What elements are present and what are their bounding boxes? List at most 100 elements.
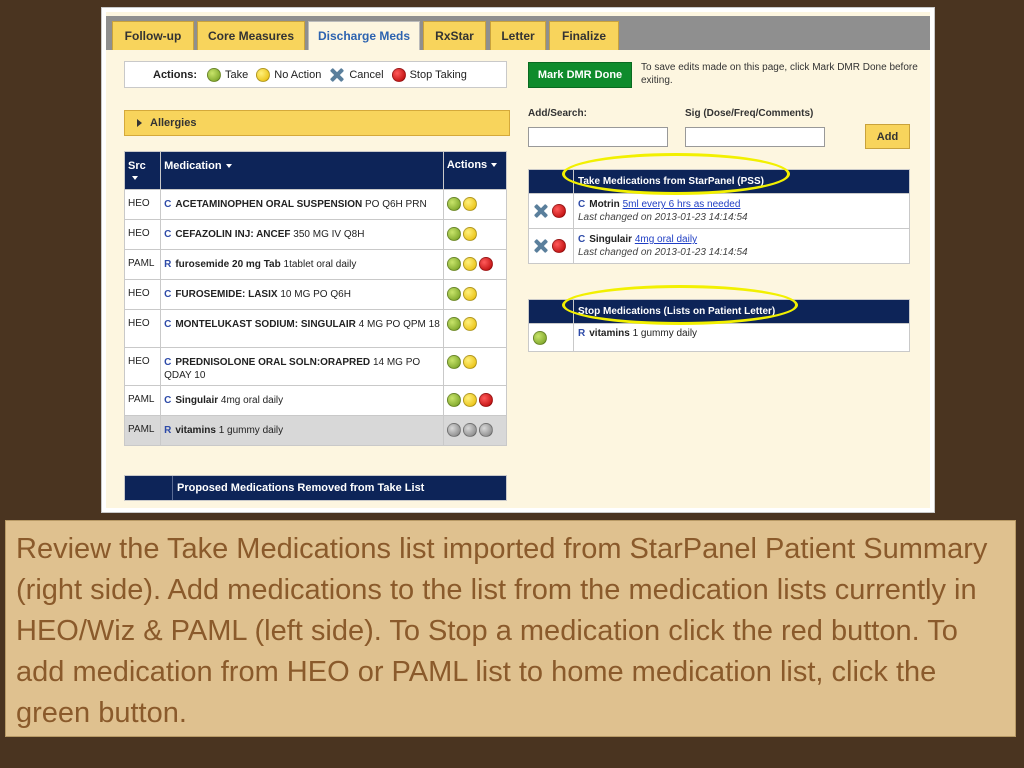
tab-rxstar[interactable]: RxStar xyxy=(423,21,486,50)
stop-medications-table: Stop Medications (Lists on Patient Lette… xyxy=(528,299,910,352)
legend-stop-label: Stop Taking xyxy=(409,68,467,81)
no-action-button-icon[interactable] xyxy=(462,197,477,211)
legend-take-label: Take xyxy=(225,68,249,81)
take-medications-title: Take Medications from StarPanel (PSS) xyxy=(573,169,910,194)
no-action-button-icon[interactable] xyxy=(462,355,477,369)
table-row: C Motrin 5ml every 6 hrs as needed Last c… xyxy=(528,193,910,229)
take-button-icon[interactable] xyxy=(446,287,461,301)
row-medication: C CEFAZOLIN INJ: ANCEF 350 MG IV Q8H xyxy=(160,219,444,250)
stop-button-icon[interactable] xyxy=(551,204,566,218)
stop-button-icon[interactable] xyxy=(478,257,493,271)
no-action-button-icon[interactable] xyxy=(462,287,477,301)
row-medication: Rvitamins 1 gummy daily xyxy=(573,323,910,352)
sig-label: Sig (Dose/Freq/Comments) xyxy=(685,108,814,119)
sort-caret-icon xyxy=(225,164,232,169)
table-row: PAML C Singulair 4mg oral daily xyxy=(123,385,508,416)
take-button-icon[interactable] xyxy=(446,257,461,271)
table-row: HEO C FUROSEMIDE: LASIX 10 MG PO Q6H xyxy=(123,279,508,310)
cancel-button-icon[interactable] xyxy=(533,238,549,254)
medication-table-header: Src Medication Actions xyxy=(123,151,508,190)
table-row-selected: PAML Rvitamins 1 gummy daily xyxy=(123,415,508,446)
no-action-button-icon[interactable] xyxy=(462,317,477,331)
table-row: Rvitamins 1 gummy daily xyxy=(528,323,910,352)
sig-input[interactable] xyxy=(685,127,825,147)
row-src: PAML xyxy=(123,415,162,446)
save-note: To save edits made on this page, click M… xyxy=(641,62,918,86)
table-row: C Singulair 4mg oral daily Last changed o… xyxy=(528,228,910,264)
sig-link[interactable]: 4mg oral daily xyxy=(635,234,697,245)
row-actions xyxy=(528,323,574,352)
take-button-icon[interactable] xyxy=(446,197,461,211)
row-actions xyxy=(442,249,508,280)
row-actions xyxy=(442,309,508,348)
last-changed: Last changed on 2013-01-23 14:14:54 xyxy=(578,212,748,223)
row-actions xyxy=(442,189,508,220)
row-medication: Rfurosemide 20 mg Tab 1tablet oral daily xyxy=(160,249,444,280)
row-actions xyxy=(442,385,508,416)
stop-button-icon[interactable] xyxy=(478,393,493,407)
row-src: HEO xyxy=(123,309,162,348)
add-search-input[interactable] xyxy=(528,127,668,147)
take-button-icon[interactable] xyxy=(446,393,461,407)
row-medication: C ACETAMINOPHEN ORAL SUSPENSION PO Q6H PR… xyxy=(160,189,444,220)
row-src: PAML xyxy=(123,249,162,280)
proposed-removed-header: Proposed Medications Removed from Take L… xyxy=(124,475,507,501)
legend-stop: Stop Taking xyxy=(391,67,467,82)
row-actions xyxy=(442,415,508,446)
cancel-button-icon[interactable] xyxy=(533,203,549,219)
blue-x-icon xyxy=(329,67,345,83)
add-search-label: Add/Search: xyxy=(528,108,587,119)
table-row: HEO C CEFAZOLIN INJ: ANCEF 350 MG IV Q8H xyxy=(123,219,508,250)
stop-button-disabled-icon xyxy=(478,423,493,437)
row-actions xyxy=(528,193,574,229)
row-src: HEO xyxy=(123,347,162,386)
take-button-icon[interactable] xyxy=(446,227,461,241)
row-medication: Rvitamins 1 gummy daily xyxy=(160,415,444,446)
take-medications-table: Take Medications from StarPanel (PSS) CM… xyxy=(528,169,910,264)
tab-core-measures[interactable]: Core Measures xyxy=(197,21,305,50)
legend-cancel: Cancel xyxy=(329,67,383,83)
table-row: HEO C PREDNISOLONE ORAL SOLN:ORAPRED 14 M… xyxy=(123,347,508,386)
take-medications-header: Take Medications from StarPanel (PSS) xyxy=(528,169,910,194)
legend-cancel-label: Cancel xyxy=(349,68,384,81)
row-src: HEO xyxy=(123,189,162,220)
take-button-icon[interactable] xyxy=(533,330,547,345)
table-row: HEO C ACETAMINOPHEN ORAL SUSPENSION PO Q6… xyxy=(123,189,508,220)
row-src: PAML xyxy=(123,385,162,416)
discharge-meds-app: Follow-up Core Measures Discharge Meds R… xyxy=(106,12,930,508)
proposed-removed-title: Proposed Medications Removed from Take L… xyxy=(177,482,425,494)
expand-triangle-icon xyxy=(137,119,142,127)
medication-table: Src Medication Actions HEO C ACETAMINOPHE… xyxy=(123,151,508,446)
tab-bar: Follow-up Core Measures Discharge Meds R… xyxy=(106,16,930,50)
table-row: PAML Rfurosemide 20 mg Tab 1tablet oral … xyxy=(123,249,508,280)
stop-medications-title: Stop Medications (Lists on Patient Lette… xyxy=(573,299,910,324)
mark-dmr-done-button[interactable]: Mark DMR Done xyxy=(528,62,632,88)
tab-discharge-meds[interactable]: Discharge Meds xyxy=(308,21,420,50)
stop-button-icon[interactable] xyxy=(551,239,566,253)
sig-link[interactable]: 5ml every 6 hrs as needed xyxy=(623,199,741,210)
sort-caret-icon xyxy=(132,176,138,181)
actions-column-header[interactable]: Actions xyxy=(442,151,508,190)
medication-column-header[interactable]: Medication xyxy=(160,151,444,190)
green-circle-icon xyxy=(207,67,221,82)
tab-finalize[interactable]: Finalize xyxy=(549,21,619,50)
no-action-button-icon[interactable] xyxy=(462,257,477,271)
stop-medications-header: Stop Medications (Lists on Patient Lette… xyxy=(528,299,910,324)
instruction-caption: Review the Take Medications list importe… xyxy=(5,520,1016,737)
screenshot-frame: Follow-up Core Measures Discharge Meds R… xyxy=(101,7,935,513)
table-row: HEO C MONTELUKAST SODIUM: SINGULAIR 4 MG … xyxy=(123,309,508,348)
no-action-button-icon[interactable] xyxy=(462,393,477,407)
add-button[interactable]: Add xyxy=(865,124,910,149)
take-button-icon[interactable] xyxy=(446,317,461,331)
no-action-button-icon[interactable] xyxy=(462,227,477,241)
src-column-header[interactable]: Src xyxy=(123,151,162,190)
row-medication: C PREDNISOLONE ORAL SOLN:ORAPRED 14 MG PO… xyxy=(160,347,444,386)
tab-follow-up[interactable]: Follow-up xyxy=(112,21,194,50)
sort-caret-icon xyxy=(491,163,498,168)
tab-letter[interactable]: Letter xyxy=(490,21,546,50)
take-button-icon[interactable] xyxy=(446,355,461,369)
take-button-disabled-icon xyxy=(446,423,461,437)
allergies-toggle[interactable]: Allergies xyxy=(124,110,510,136)
row-src: HEO xyxy=(123,219,162,250)
row-actions xyxy=(442,219,508,250)
